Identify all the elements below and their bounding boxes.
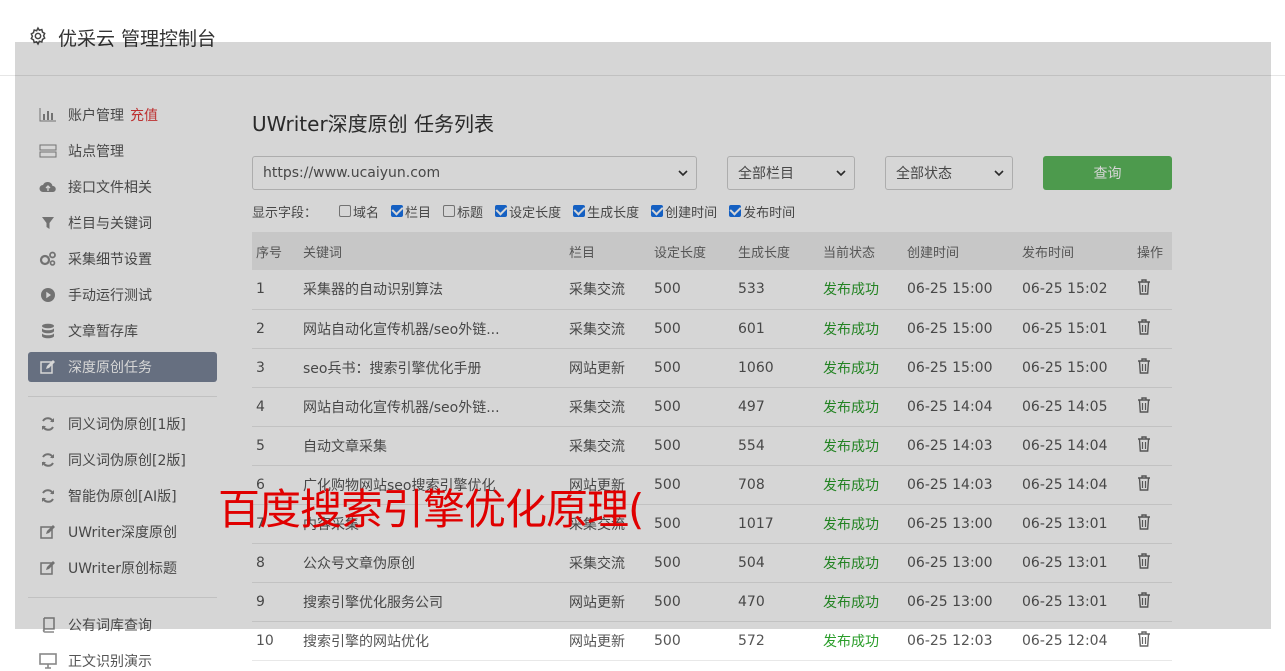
sidebar-item-text-recognition[interactable]: 正文识别演示 xyxy=(28,646,217,671)
modal-overlay xyxy=(15,42,1271,629)
sidebar-item-label: 正文识别演示 xyxy=(68,654,152,670)
trash-icon[interactable] xyxy=(1137,630,1151,647)
monitor-icon xyxy=(38,652,58,670)
watermark-text: 百度搜索引擎优化原理( xyxy=(218,485,644,534)
